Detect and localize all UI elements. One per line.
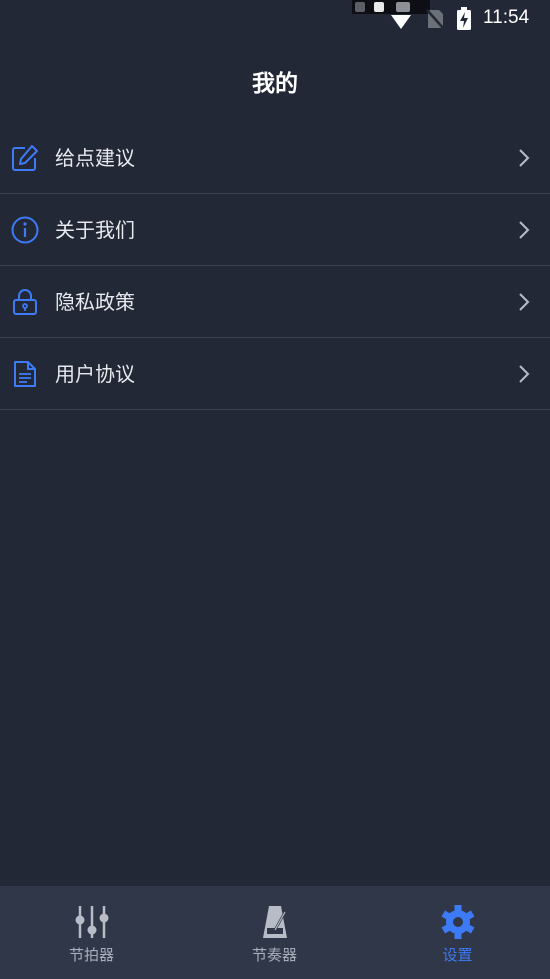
tab-label: 节奏器	[251, 946, 297, 964]
wifi-icon	[391, 15, 411, 29]
chevron-right-icon	[519, 365, 530, 383]
menu-item-about-us[interactable]: 关于我们	[0, 194, 550, 266]
settings-menu: 给点建议 关于我们 隐私政策 用户协议	[0, 122, 550, 410]
edit-icon	[12, 145, 38, 171]
document-icon	[14, 361, 36, 387]
menu-item-label: 给点建议	[55, 146, 135, 170]
menu-item-feedback[interactable]: 给点建议	[0, 122, 550, 194]
sliders-icon	[75, 906, 108, 938]
metronome-icon	[262, 906, 287, 938]
gear-icon	[441, 905, 474, 939]
no-sim-icon	[426, 9, 445, 30]
tab-settings[interactable]: 设置	[366, 886, 549, 979]
notification-icons	[352, 0, 430, 14]
tab-rhythm[interactable]: 节奏器	[183, 886, 366, 979]
page-title: 我的	[252, 71, 298, 97]
chevron-right-icon	[519, 293, 530, 311]
info-icon	[11, 216, 39, 244]
menu-item-label: 隐私政策	[55, 290, 135, 314]
chevron-right-icon	[519, 221, 530, 239]
tab-metronome[interactable]: 节拍器	[0, 886, 183, 979]
tab-label: 节拍器	[68, 946, 114, 964]
menu-item-privacy-policy[interactable]: 隐私政策	[0, 266, 550, 338]
chevron-right-icon	[519, 149, 530, 167]
status-bar: 11:54	[0, 0, 550, 38]
menu-item-label: 用户协议	[55, 362, 135, 386]
clock: 11:54	[483, 7, 530, 28]
battery-charging-icon	[457, 7, 471, 30]
tab-label: 设置	[442, 946, 473, 964]
menu-item-label: 关于我们	[55, 218, 135, 242]
lock-icon	[13, 289, 37, 315]
bottom-tab-bar: 节拍器 节奏器 设置	[0, 886, 550, 979]
menu-item-user-agreement[interactable]: 用户协议	[0, 338, 550, 410]
